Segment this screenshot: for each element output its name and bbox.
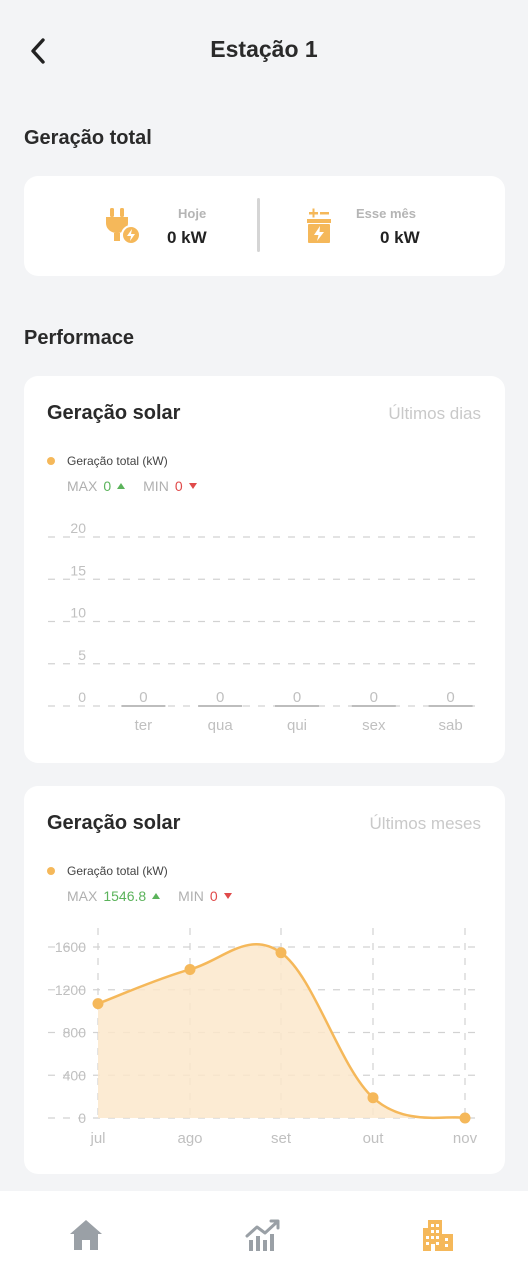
x-tick-label: jul — [89, 1130, 105, 1147]
x-tick-label: sex — [362, 717, 386, 734]
month-stat: Esse mês 0 kW — [307, 202, 447, 252]
data-label: 0 — [370, 689, 378, 706]
y-tick-label: 800 — [63, 1025, 87, 1041]
data-label: 0 — [216, 689, 224, 706]
home-icon — [70, 1220, 102, 1250]
today-stat: Hoje 0 kW — [104, 202, 244, 252]
data-point — [275, 947, 287, 959]
data-point — [459, 1112, 471, 1124]
data-label: 0 — [446, 689, 454, 706]
x-tick-label: set — [271, 1130, 292, 1147]
data-point — [367, 1092, 379, 1104]
data-label: 0 — [139, 689, 147, 706]
y-tick-label: 0 — [78, 1110, 86, 1126]
monthly-chart-card: Geração solar Últimos meses Geração tota… — [24, 786, 505, 1174]
y-tick-label: 400 — [63, 1067, 87, 1083]
x-tick-label: out — [363, 1130, 385, 1147]
battery-charge-icon — [307, 208, 331, 243]
nav-stations[interactable] — [418, 1215, 458, 1255]
building-icon — [423, 1220, 453, 1251]
x-tick-label: qua — [208, 717, 234, 734]
header: Estação 1 — [0, 0, 528, 100]
x-tick-label: nov — [453, 1130, 478, 1147]
x-tick-label: ago — [177, 1130, 202, 1147]
y-tick-label: 1600 — [55, 939, 86, 955]
bottom-navigation — [0, 1191, 528, 1280]
x-tick-label: ter — [135, 717, 153, 734]
area-fill — [98, 944, 465, 1118]
performance-section-title: Performace — [24, 327, 135, 349]
nav-home[interactable] — [66, 1215, 106, 1255]
y-tick-label: 20 — [70, 520, 86, 536]
daily-chart: 0 5 10 15 20 0 ter 0 qua 0 qui 0 sex 0 sab — [48, 520, 476, 734]
chart-icon — [245, 1219, 280, 1251]
y-tick-label: 5 — [78, 647, 86, 663]
y-tick-label: 0 — [78, 689, 86, 705]
daily-chart-card: Geração solar Últimos dias Geração total… — [24, 376, 505, 763]
x-tick-label: sab — [439, 717, 463, 734]
month-label: Esse mês — [356, 206, 416, 221]
data-point — [92, 998, 104, 1010]
data-point — [184, 963, 196, 975]
stat-divider — [257, 198, 260, 252]
nav-performance[interactable] — [242, 1215, 282, 1255]
data-label: 0 — [293, 689, 301, 706]
monthly-chart: 0 400 800 1200 1600 jul ago set out nov — [48, 928, 480, 1147]
y-tick-label: 10 — [70, 605, 86, 621]
plug-icon — [106, 208, 140, 244]
today-value: 0 kW — [167, 228, 207, 247]
page-title: Estação 1 — [210, 36, 318, 62]
total-section-title: Geração total — [24, 127, 152, 149]
y-tick-label: 15 — [70, 562, 86, 578]
y-tick-label: 1200 — [55, 982, 86, 998]
x-tick-label: qui — [287, 717, 307, 734]
today-label: Hoje — [178, 206, 207, 221]
total-generation-card: Hoje 0 kW Esse mês 0 kW — [24, 176, 505, 276]
month-value: 0 kW — [380, 228, 420, 247]
